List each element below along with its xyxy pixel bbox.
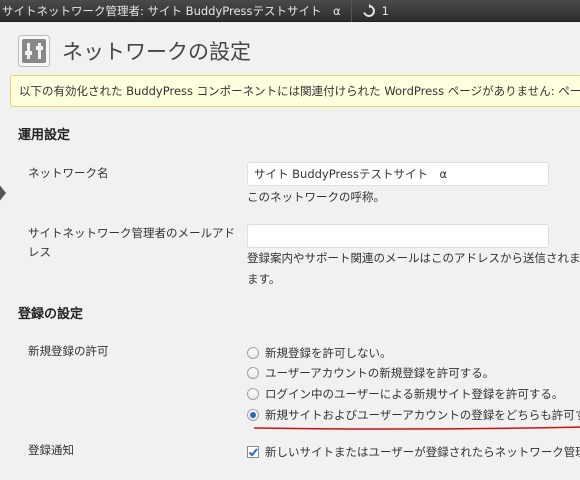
registration-option-blog[interactable]: ログイン中のユーザーによる新規サイト登録を許可する。 [247, 385, 563, 403]
radio-button[interactable] [247, 367, 259, 379]
allow-registration-label: 新規登録の許可 [28, 344, 109, 358]
refresh-icon [362, 3, 375, 17]
radio-button[interactable] [247, 388, 259, 400]
admin-bar-updates[interactable]: 1 [352, 0, 399, 22]
updates-count: 1 [381, 3, 389, 18]
network-name-label: ネットワーク名 [28, 166, 109, 180]
section-heading-operations: 運用設定 [18, 128, 71, 143]
registration-notify-label: 登録通知 [28, 443, 74, 457]
settings-page-icon [18, 35, 50, 67]
admin-email-label: サイトネットワーク管理者のメールアド レス [28, 224, 235, 262]
radio-button-selected[interactable] [247, 409, 259, 421]
radio-label: 新規サイトおよびユーザーアカウントの登録をどちらも許可する [265, 408, 580, 422]
admin-bar-site-link[interactable]: サイトネットワーク管理者: サイト BuddyPressテストサイト α [0, 0, 352, 22]
admin-bar: サイトネットワーク管理者: サイト BuddyPressテストサイト α 1 [0, 0, 580, 22]
page-title: ネットワークの設定 [62, 40, 251, 64]
section-heading-registration: 登録の設定 [18, 307, 84, 322]
registration-option-all[interactable]: 新規サイトおよびユーザーアカウントの登録をどちらも許可する [247, 406, 580, 424]
admin-email-description-line1: 登録案内やサポート関連のメールはこのアドレスから送信されま [247, 251, 580, 265]
registration-option-none[interactable]: 新規登録を許可しない。 [247, 344, 392, 362]
checkbox[interactable] [247, 446, 259, 458]
menu-arrow-icon [0, 185, 6, 201]
radio-label: ログイン中のユーザーによる新規サイト登録を許可する。 [265, 387, 564, 401]
checkbox-label: 新しいサイトまたはユーザーが登録されたらネットワーク管理者 [265, 445, 580, 459]
annotation-underline [254, 426, 580, 430]
admin-email-description-line2: ます。 [247, 272, 281, 286]
network-name-input[interactable]: サイト BuddyPressテストサイト α [247, 162, 549, 186]
radio-button[interactable] [247, 347, 259, 359]
registration-option-user[interactable]: ユーザーアカウントの新規登録を許可する。 [247, 364, 494, 382]
admin-email-label-line2: レス [28, 245, 51, 259]
notice-message: 以下の有効化された BuddyPress コンポーネントには関連付けられた Wo… [10, 75, 580, 107]
registration-notify-option[interactable]: 新しいサイトまたはユーザーが登録されたらネットワーク管理者 [247, 443, 580, 461]
checkmark-icon [248, 448, 258, 457]
radio-label: 新規登録を許可しない。 [265, 346, 392, 360]
admin-email-label-line1: サイトネットワーク管理者のメールアド [28, 226, 235, 240]
network-name-description: このネットワークの呼称。 [247, 190, 385, 204]
radio-label: ユーザーアカウントの新規登録を許可する。 [265, 366, 495, 380]
admin-email-input[interactable] [247, 224, 549, 248]
